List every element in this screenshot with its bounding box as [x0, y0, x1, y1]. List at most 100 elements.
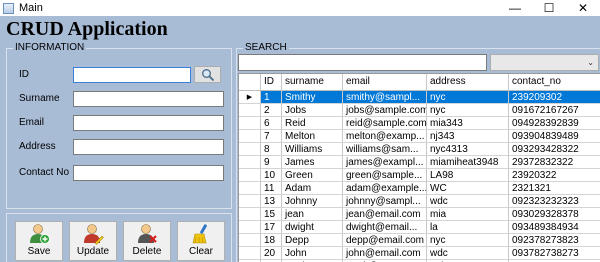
cell-address[interactable]: mia343 [427, 117, 509, 130]
address-field[interactable] [73, 139, 224, 155]
cell-contact-no[interactable]: 093782738273 [509, 247, 600, 260]
cell-address[interactable]: la [427, 221, 509, 234]
table-row[interactable]: 13 Johnny johnny@sampl... wdc 092323232323 [239, 195, 600, 208]
email-field[interactable] [73, 115, 224, 131]
cell-address[interactable]: LA98 [427, 169, 509, 182]
delete-button[interactable]: Delete [123, 221, 171, 261]
cell-address[interactable]: nyc [427, 104, 509, 117]
cell-email[interactable]: john@email.com [343, 247, 427, 260]
cell-id[interactable]: 20 [261, 247, 282, 260]
search-filter-dropdown[interactable]: ⌄ [490, 54, 599, 71]
cell-surname[interactable]: Smithy [282, 91, 343, 104]
table-row[interactable]: 8 Williams williams@sam... nyc4313 093293428… [239, 143, 600, 156]
cell-surname[interactable]: Jobs [282, 104, 343, 117]
cell-email[interactable]: dwight@email... [343, 221, 427, 234]
cell-id[interactable]: 8 [261, 143, 282, 156]
cell-contact-no[interactable]: 23920322 [509, 169, 600, 182]
cell-address[interactable]: wdc [427, 195, 509, 208]
table-row[interactable]: 17 dwight dwight@email... la 093489384934 [239, 221, 600, 234]
table-row[interactable]: 20 John john@email.com wdc 093782738273 [239, 247, 600, 260]
update-button[interactable]: Update [69, 221, 117, 261]
cell-contact-no[interactable]: 239209302 [509, 91, 600, 104]
row-selector[interactable]: ▶ [239, 91, 261, 104]
row-selector[interactable] [239, 130, 261, 143]
close-button[interactable]: ✕ [566, 0, 600, 16]
cell-surname[interactable]: dwight [282, 221, 343, 234]
id-search-button[interactable] [194, 66, 221, 83]
row-selector[interactable] [239, 117, 261, 130]
surname-field[interactable] [73, 91, 224, 107]
row-selector[interactable] [239, 156, 261, 169]
cell-contact-no[interactable]: 091672167267 [509, 104, 600, 117]
cell-surname[interactable]: James [282, 156, 343, 169]
id-field[interactable] [73, 67, 191, 83]
cell-address[interactable]: WC [427, 182, 509, 195]
cell-email[interactable]: smithy@sampl... [343, 91, 427, 104]
cell-id[interactable]: 10 [261, 169, 282, 182]
column-header-surname[interactable]: surname [282, 74, 343, 90]
cell-email[interactable]: reid@sample.com [343, 117, 427, 130]
column-header-contact-no[interactable]: contact_no [509, 74, 600, 90]
cell-id[interactable]: 6 [261, 117, 282, 130]
column-header-email[interactable]: email [343, 74, 427, 90]
cell-id[interactable]: 13 [261, 195, 282, 208]
cell-email[interactable]: jobs@sample.com [343, 104, 427, 117]
cell-email[interactable]: adam@example... [343, 182, 427, 195]
save-button[interactable]: Save [15, 221, 63, 261]
cell-surname[interactable]: Reid [282, 117, 343, 130]
cell-surname[interactable]: jean [282, 208, 343, 221]
cell-email[interactable]: melton@examp... [343, 130, 427, 143]
table-row[interactable]: 10 Green green@sample... LA98 23920322 [239, 169, 600, 182]
records-grid[interactable]: ID surname email address contact_no ▶ 1 Sm… [238, 73, 600, 262]
cell-surname[interactable]: Green [282, 169, 343, 182]
cell-surname[interactable]: Williams [282, 143, 343, 156]
table-row[interactable]: 18 Depp depp@email.com nyc 092378273823 [239, 234, 600, 247]
cell-email[interactable]: williams@sam... [343, 143, 427, 156]
row-selector[interactable] [239, 143, 261, 156]
cell-contact-no[interactable]: 092323232323 [509, 195, 600, 208]
table-row[interactable]: 11 Adam adam@example... WC 2321321 [239, 182, 600, 195]
cell-surname[interactable]: Depp [282, 234, 343, 247]
cell-contact-no[interactable]: 29372832322 [509, 156, 600, 169]
row-selector[interactable] [239, 104, 261, 117]
minimize-button[interactable]: — [498, 0, 532, 16]
cell-email[interactable]: jean@email.com [343, 208, 427, 221]
cell-id[interactable]: 15 [261, 208, 282, 221]
cell-id[interactable]: 7 [261, 130, 282, 143]
cell-surname[interactable]: Adam [282, 182, 343, 195]
cell-surname[interactable]: Melton [282, 130, 343, 143]
cell-address[interactable]: mia [427, 208, 509, 221]
row-selector[interactable] [239, 221, 261, 234]
cell-contact-no[interactable]: 2321321 [509, 182, 600, 195]
row-selector[interactable] [239, 234, 261, 247]
clear-button[interactable]: Clear [177, 221, 225, 261]
cell-address[interactable]: nyc [427, 234, 509, 247]
cell-id[interactable]: 17 [261, 221, 282, 234]
row-selector[interactable] [239, 208, 261, 221]
table-row[interactable]: 9 James james@exampl... miamiheat3948 293728… [239, 156, 600, 169]
cell-id[interactable]: 11 [261, 182, 282, 195]
table-row[interactable]: 6 Reid reid@sample.com mia343 094928392839 [239, 117, 600, 130]
column-header-id[interactable]: ID [261, 74, 282, 90]
row-selector[interactable] [239, 182, 261, 195]
cell-id[interactable]: 2 [261, 104, 282, 117]
row-selector[interactable] [239, 195, 261, 208]
cell-address[interactable]: wdc [427, 247, 509, 260]
table-row[interactable]: 7 Melton melton@examp... nj343 093904839489 [239, 130, 600, 143]
row-selector[interactable] [239, 247, 261, 260]
cell-address[interactable]: nyc4313 [427, 143, 509, 156]
table-row[interactable]: ▶ 1 Smithy smithy@sampl... nyc 239209302 [239, 91, 600, 104]
cell-contact-no[interactable]: 093904839489 [509, 130, 600, 143]
cell-contact-no[interactable]: 092378273823 [509, 234, 600, 247]
cell-id[interactable]: 1 [261, 91, 282, 104]
cell-contact-no[interactable]: 093293428322 [509, 143, 600, 156]
cell-address[interactable]: nyc [427, 91, 509, 104]
cell-email[interactable]: green@sample... [343, 169, 427, 182]
row-selector[interactable] [239, 169, 261, 182]
cell-email[interactable]: depp@email.com [343, 234, 427, 247]
contact-no-field[interactable] [73, 165, 224, 181]
cell-contact-no[interactable]: 093489384934 [509, 221, 600, 234]
cell-email[interactable]: johnny@sampl... [343, 195, 427, 208]
cell-surname[interactable]: John [282, 247, 343, 260]
cell-id[interactable]: 9 [261, 156, 282, 169]
